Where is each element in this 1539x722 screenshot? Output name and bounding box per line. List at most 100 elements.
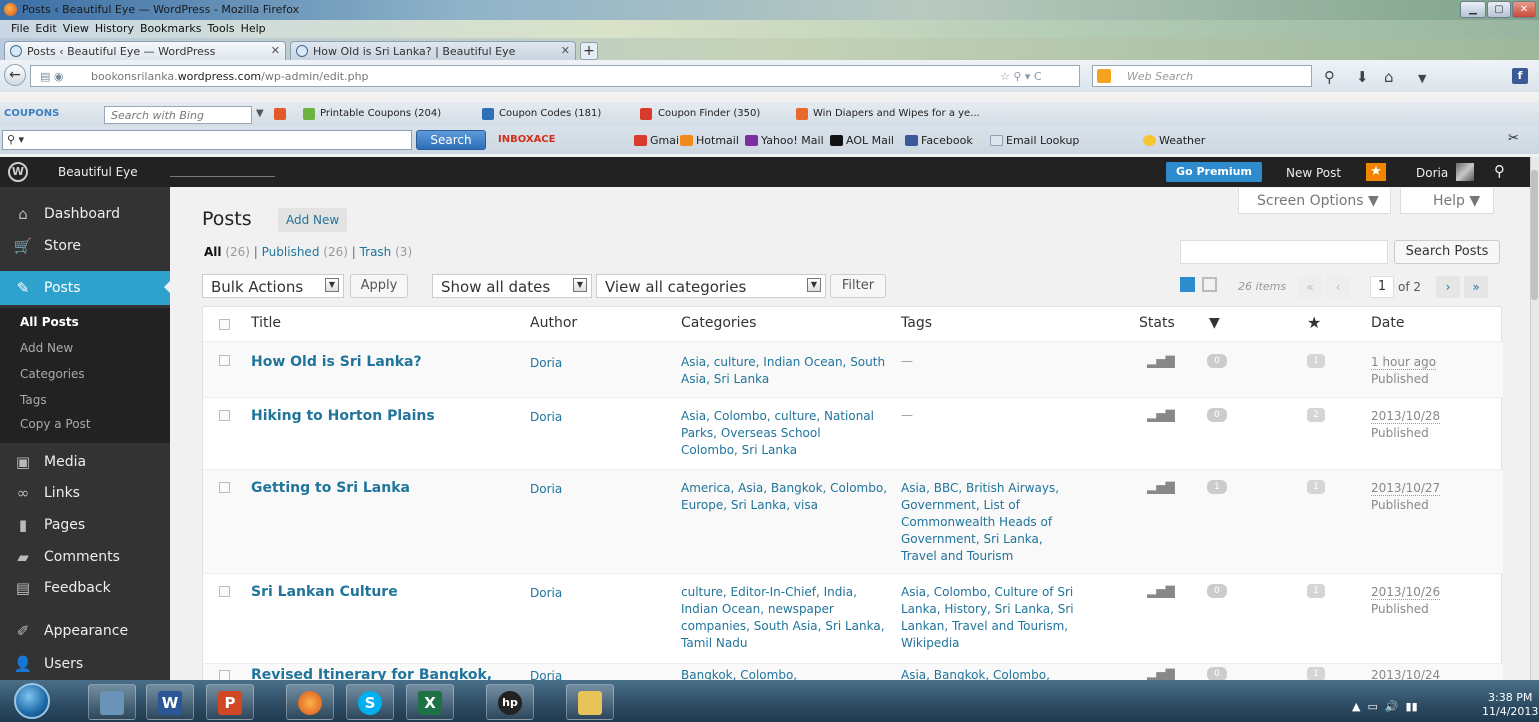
likes-header-icon[interactable]: ★ (1307, 313, 1321, 332)
comment-count[interactable]: 0 (1207, 408, 1227, 422)
yahoo-mail-link[interactable]: Yahoo! Mail (745, 134, 824, 147)
last-page-button[interactable]: » (1464, 276, 1488, 298)
skype-taskbar-icon[interactable]: S (346, 684, 394, 720)
coupon-icon[interactable] (274, 108, 286, 120)
post-author-link[interactable]: Doria (530, 586, 562, 600)
add-new-button[interactable]: Add New (278, 208, 348, 232)
hp-taskbar-icon[interactable]: hp (486, 684, 534, 720)
page-info-icon[interactable]: ▤ ◉ (40, 70, 64, 83)
inboxace-link[interactable]: INBOXACE (498, 134, 555, 145)
sidebar-item-dashboard[interactable]: ⌂ Dashboard (0, 197, 170, 231)
comment-count[interactable]: 0 (1207, 354, 1227, 368)
screen-options-button[interactable]: Screen Options ▼ (1238, 188, 1391, 214)
bookmark-coupon-finder[interactable]: Coupon Finder (350) (658, 108, 760, 119)
bookmark-printable-coupons[interactable]: Printable Coupons (204) (320, 108, 441, 119)
toolbar-search-button[interactable]: Search (416, 130, 486, 150)
first-page-button[interactable]: « (1298, 276, 1322, 298)
bookmark-win-diapers[interactable]: Win Diapers and Wipes for a ye... (813, 108, 980, 119)
post-categories[interactable]: America, Asia, Bangkok, Colombo, Europe,… (681, 480, 891, 514)
list-view-icon[interactable] (1180, 277, 1195, 292)
post-categories[interactable]: Asia, Colombo, culture, National Parks, … (681, 408, 881, 459)
filter-all[interactable]: All (204, 245, 222, 259)
wordpress-logo-icon[interactable]: W (8, 162, 28, 182)
explorer-taskbar-icon[interactable] (88, 684, 136, 720)
header-title[interactable]: Title (251, 315, 281, 331)
post-author-link[interactable]: Doria (530, 482, 562, 496)
sidebar-item-feedback[interactable]: ▤ Feedback (0, 571, 170, 605)
url-bar[interactable]: bookonsrilanka.wordpress.com/wp-admin/ed… (30, 65, 1080, 87)
close-window-button[interactable]: ✕ (1512, 1, 1536, 18)
system-tray-icons[interactable]: ▲ ▭ 🔊 ▮▮ (1352, 700, 1418, 713)
sidebar-item-posts[interactable]: ✎ Posts (0, 271, 170, 305)
hotmail-link[interactable]: Hotmail (680, 134, 739, 147)
stats-icon[interactable]: ▂▅▇ (1147, 584, 1175, 598)
start-button[interactable] (14, 683, 50, 719)
stats-icon[interactable]: ▂▅▇ (1147, 408, 1175, 422)
sidebar-item-pages[interactable]: ▮ Pages (0, 508, 170, 542)
facebook-icon[interactable]: f (1512, 68, 1528, 84)
menu-file[interactable]: File (8, 20, 32, 37)
new-post-link[interactable]: New Post (1286, 166, 1341, 180)
taskbar-clock[interactable]: 3:38 PM 11/4/2013 (1482, 691, 1538, 719)
category-filter-select[interactable]: View all categories ▼ (596, 274, 826, 298)
word-taskbar-icon[interactable]: W (146, 684, 194, 720)
row-checkbox[interactable] (219, 410, 230, 421)
email-lookup-link[interactable]: Email Lookup (990, 134, 1079, 147)
row-checkbox[interactable] (219, 586, 230, 597)
post-tags[interactable]: Asia, BBC, British Airways, Government, … (901, 480, 1081, 565)
date-filter-select[interactable]: Show all dates ▼ (432, 274, 592, 298)
submenu-copy-post[interactable]: Copy a Post (20, 417, 91, 431)
menu-edit[interactable]: Edit (32, 20, 59, 37)
tab-posts[interactable]: Posts ‹ Beautiful Eye — WordPress ✕ (4, 41, 286, 60)
stats-icon[interactable]: ▂▅▇ (1147, 354, 1175, 368)
stats-sparkline[interactable] (170, 171, 275, 177)
facebook-link[interactable]: Facebook (905, 134, 973, 147)
post-tags[interactable]: Asia, Colombo, Culture of Sri Lanka, His… (901, 584, 1091, 652)
filter-trash[interactable]: Trash (360, 245, 392, 259)
current-page-input[interactable]: 1 (1370, 276, 1394, 298)
tab-how-old[interactable]: How Old is Sri Lanka? | Beautiful Eye ✕ (290, 41, 576, 60)
apply-button[interactable]: Apply (350, 274, 408, 298)
post-author-link[interactable]: Doria (530, 356, 562, 370)
bing-dropdown-icon[interactable]: ▼ (256, 108, 264, 119)
back-button[interactable]: ← (4, 64, 26, 86)
star-notifications-icon[interactable]: ★ (1366, 163, 1386, 181)
bookmark-star-icon[interactable]: ☆ ⚲ ▾ C (1000, 70, 1042, 83)
submenu-all-posts[interactable]: All Posts (20, 315, 79, 329)
powerpoint-taskbar-icon[interactable]: P (206, 684, 254, 720)
excel-taskbar-icon[interactable]: X (406, 684, 454, 720)
new-tab-button[interactable]: + (580, 42, 598, 60)
firefox-taskbar-icon[interactable] (286, 684, 334, 720)
toolbar-search-input[interactable]: ⚲ ▾ (2, 130, 412, 150)
sidebar-item-store[interactable]: 🛒 Store (0, 229, 170, 263)
minimize-button[interactable]: ▁ (1460, 1, 1486, 18)
chevron-down-icon[interactable]: ▼ (1418, 72, 1426, 85)
search-posts-button[interactable]: Search Posts (1394, 240, 1500, 264)
search-icon[interactable]: ⚲ (1494, 162, 1505, 180)
menu-help[interactable]: Help (238, 20, 269, 37)
sidebar-item-appearance[interactable]: ✐ Appearance (0, 614, 170, 648)
sidebar-item-media[interactable]: ▣ Media (0, 445, 170, 479)
sidebar-item-links[interactable]: ∞ Links (0, 476, 170, 510)
submenu-add-new[interactable]: Add New (20, 341, 73, 355)
menu-view[interactable]: View (60, 20, 92, 37)
submenu-tags[interactable]: Tags (20, 393, 47, 407)
toolbar-options-icon[interactable]: ✂ (1508, 131, 1519, 146)
row-checkbox[interactable] (219, 482, 230, 493)
close-tab-icon[interactable]: ✕ (561, 44, 570, 57)
search-posts-input[interactable] (1180, 240, 1388, 264)
menu-tools[interactable]: Tools (204, 20, 237, 37)
post-categories[interactable]: Asia, culture, Indian Ocean, South Asia,… (681, 354, 891, 388)
go-premium-button[interactable]: Go Premium (1166, 162, 1262, 182)
post-categories[interactable]: Bangkok, Colombo, (681, 667, 891, 681)
post-categories[interactable]: culture, Editor-In-Chief, India, Indian … (681, 584, 891, 652)
post-author-link[interactable]: Doria (530, 410, 562, 424)
comments-header-icon[interactable]: ▼ (1209, 315, 1220, 331)
post-title-link[interactable]: Revised Itinerary for Bangkok, (251, 667, 492, 681)
maximize-button[interactable]: ▢ (1487, 1, 1511, 18)
comment-count[interactable]: 1 (1207, 480, 1227, 494)
post-tags[interactable]: Asia, Bangkok, Colombo, (901, 667, 1101, 681)
excerpt-view-icon[interactable] (1202, 277, 1217, 292)
gmail-link[interactable]: Gmail (634, 134, 682, 147)
menu-history[interactable]: History (92, 20, 137, 37)
